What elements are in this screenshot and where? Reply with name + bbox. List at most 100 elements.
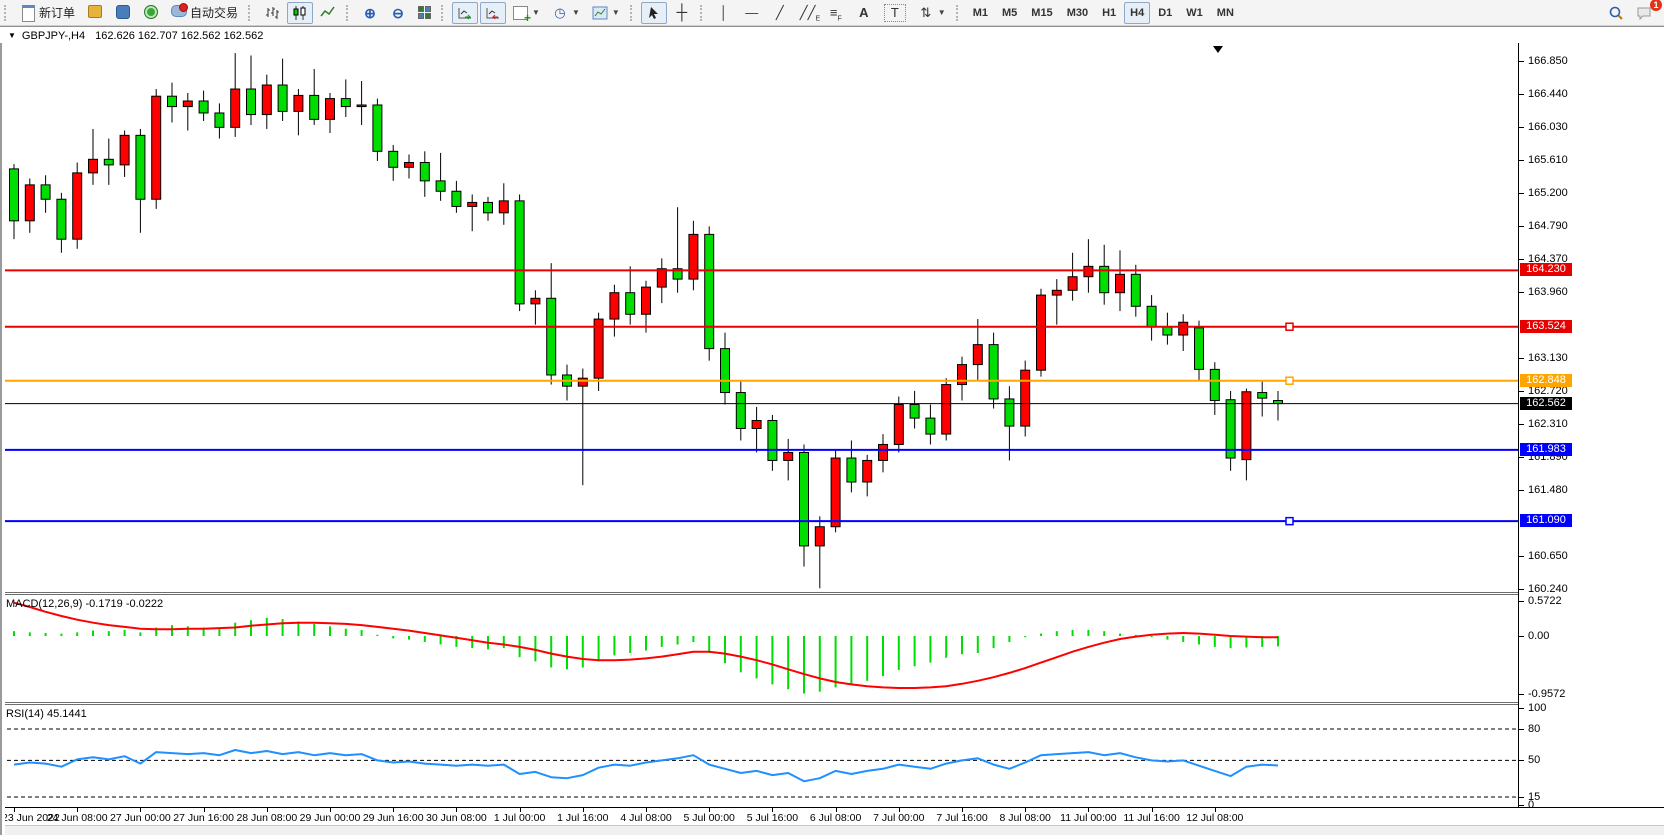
axis-tick	[1519, 760, 1524, 761]
axis-tick-label: 161.480	[1528, 484, 1568, 496]
chart-shift-marker[interactable]	[1213, 46, 1223, 53]
tab-timeframe-m5[interactable]: M5	[996, 2, 1023, 24]
main-chart-canvas[interactable]	[0, 43, 1518, 592]
candle-body	[215, 113, 224, 127]
data-window-button[interactable]	[110, 2, 136, 24]
axis-tick-label: 166.440	[1528, 88, 1568, 100]
candle-body	[152, 96, 161, 199]
time-axis-label: 27 Jun 00:00	[110, 812, 171, 824]
candle-body	[405, 162, 414, 167]
candle-body	[531, 298, 540, 304]
chart-shift-button[interactable]	[480, 2, 506, 24]
toolbar-grip[interactable]	[441, 5, 447, 21]
fibonacci-tool-button[interactable]: ≡F	[823, 2, 849, 24]
candle-body	[484, 202, 493, 212]
auto-scroll-button[interactable]	[452, 2, 478, 24]
trendline-tool-button[interactable]: ╱	[767, 2, 793, 24]
autotrade-label: 自动交易	[190, 4, 238, 21]
axis-tick-label: 165.610	[1528, 154, 1568, 166]
tab-timeframe-m15[interactable]: M15	[1025, 2, 1058, 24]
tab-timeframe-w1[interactable]: W1	[1180, 2, 1209, 24]
arrows-dropdown[interactable]: ⇅▼	[913, 2, 951, 24]
search-button[interactable]	[1603, 2, 1629, 24]
toolbar-grip[interactable]	[630, 5, 636, 21]
tile-windows-icon	[418, 6, 431, 19]
axis-tick-label: 166.850	[1528, 55, 1568, 67]
time-axis-label: 7 Jul 00:00	[873, 812, 924, 824]
price-line-axis-label: 162.562	[1520, 397, 1572, 410]
template-dropdown[interactable]: ▼	[587, 2, 625, 24]
new-order-button[interactable]: 新订单	[15, 2, 80, 24]
rsi-line	[14, 750, 1278, 781]
bar-chart-button[interactable]	[259, 2, 285, 24]
candle-body	[1195, 328, 1204, 370]
line-handle[interactable]	[1286, 377, 1293, 384]
zoom-in-button[interactable]: ⊕	[357, 2, 383, 24]
crosshair-tool-button[interactable]: ┼	[669, 2, 695, 24]
navigator-button[interactable]	[138, 2, 164, 24]
axis-tick	[1519, 797, 1524, 798]
candle-body	[515, 201, 524, 304]
tile-windows-button[interactable]	[413, 2, 436, 24]
toolbar-grip[interactable]	[346, 5, 352, 21]
candle-body	[752, 421, 761, 429]
macd-pane-canvas[interactable]	[0, 595, 1518, 702]
tab-timeframe-d1[interactable]: D1	[1152, 2, 1178, 24]
axis-tick-label: 0.5722	[1528, 595, 1562, 607]
tab-timeframe-m1[interactable]: M1	[967, 2, 994, 24]
cursor-tool-button[interactable]	[641, 2, 667, 24]
bar-chart-icon	[264, 5, 280, 21]
price-axis[interactable]: 166.850166.440166.030165.610165.200164.7…	[1518, 43, 1664, 823]
horizontal-line-tool-button[interactable]: —	[739, 2, 765, 24]
toolbar-grip[interactable]	[956, 5, 962, 21]
candle-body	[721, 349, 730, 393]
candle-body	[25, 185, 34, 221]
clock-icon: ◷	[552, 5, 568, 21]
toolbar-grip[interactable]	[248, 5, 254, 21]
axis-tick-label: 100	[1528, 702, 1546, 714]
candle-body	[1084, 266, 1093, 276]
axis-tick	[1519, 556, 1524, 557]
notifications-button[interactable]: 1	[1631, 2, 1657, 24]
market-watch-button[interactable]	[82, 2, 108, 24]
candle-body	[1116, 274, 1125, 292]
axis-tick	[1519, 708, 1524, 709]
candlestick-chart-button[interactable]	[287, 2, 313, 24]
time-axis-label: 29 Jun 00:00	[300, 812, 361, 824]
time-axis-label: 30 Jun 08:00	[426, 812, 487, 824]
zoom-out-button[interactable]: ⊖	[385, 2, 411, 24]
rsi-pane-canvas[interactable]	[0, 705, 1518, 807]
label-tool-button[interactable]: T	[879, 2, 911, 24]
candle-body	[499, 201, 508, 213]
vertical-line-tool-button[interactable]: │	[711, 2, 737, 24]
arrows-icon: ⇅	[918, 5, 934, 21]
chevron-down-icon: ▼	[532, 8, 540, 17]
time-axis[interactable]: 23 Jun 202224 Jun 08:0027 Jun 00:0027 Ju…	[0, 807, 1664, 825]
line-handle[interactable]	[1286, 518, 1293, 525]
autotrade-button[interactable]: 自动交易	[166, 2, 243, 24]
axis-tick-label: 160.650	[1528, 550, 1568, 562]
tab-timeframe-h1[interactable]: H1	[1096, 2, 1122, 24]
tab-timeframe-mn[interactable]: MN	[1211, 2, 1240, 24]
tab-timeframe-h4[interactable]: H4	[1124, 2, 1150, 24]
new-chart-dropdown[interactable]: +▼	[508, 2, 545, 24]
channel-tool-button[interactable]: ╱╱E	[795, 2, 821, 24]
text-tool-button[interactable]: A	[851, 2, 877, 24]
trendline-icon: ╱	[772, 5, 788, 21]
period-dropdown[interactable]: ◷▼	[547, 2, 585, 24]
axis-tick	[1519, 259, 1524, 260]
candle-body	[89, 159, 98, 173]
line-chart-button[interactable]	[315, 2, 341, 24]
macd-indicator-label: MACD(12,26,9) -0.1719 -0.0222	[6, 598, 163, 610]
candle-body	[199, 101, 208, 113]
tab-timeframe-m30[interactable]: M30	[1061, 2, 1094, 24]
time-axis-label: 4 Jul 08:00	[620, 812, 671, 824]
candle-body	[1179, 322, 1188, 335]
market-watch-icon	[87, 5, 103, 21]
one-click-trading-expander[interactable]: ▼	[8, 31, 16, 40]
axis-tick	[1519, 391, 1524, 392]
candle-body	[247, 89, 256, 115]
toolbar-grip[interactable]	[4, 5, 10, 21]
line-handle[interactable]	[1286, 323, 1293, 330]
zoom-in-icon: ⊕	[362, 5, 378, 21]
